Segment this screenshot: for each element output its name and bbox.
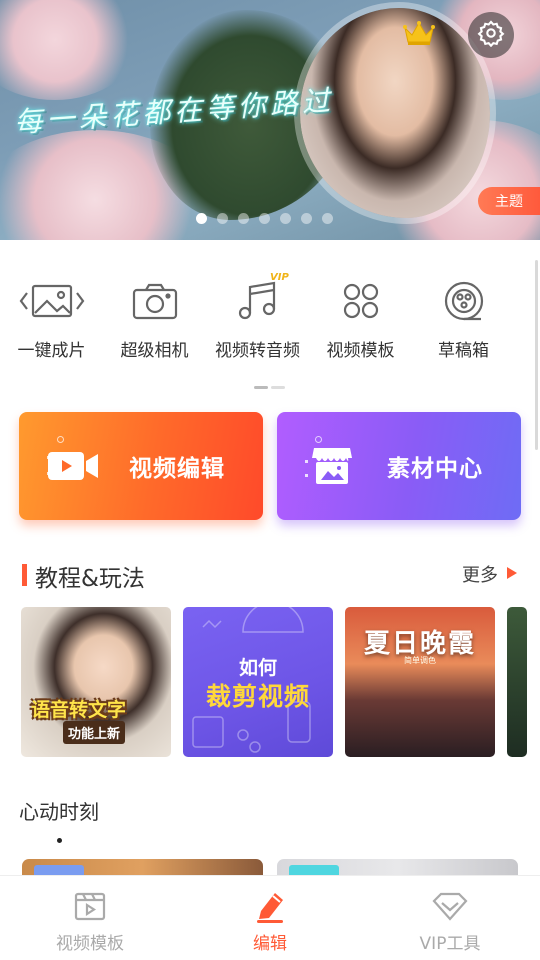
tool-super-camera[interactable]: 超级相机 — [103, 270, 206, 370]
triangle-right-icon — [506, 564, 518, 585]
vip-badge: VIP — [270, 272, 289, 283]
carousel-dot[interactable] — [217, 213, 228, 224]
nav-label: VIP工具 — [419, 934, 481, 954]
banner-carousel[interactable]: 每一朵花都在等你路过 主题 — [0, 0, 540, 240]
theme-tag[interactable]: 主题 — [478, 187, 540, 215]
settings-button[interactable] — [468, 12, 514, 58]
sparkle-decoration — [305, 460, 308, 463]
tool-label: 超级相机 — [120, 341, 189, 361]
tool-one-click-video[interactable]: 一键成片 — [0, 270, 103, 370]
carousel-dot[interactable] — [238, 213, 249, 224]
moments-title: 心动时刻 — [19, 800, 99, 824]
pencil-icon — [253, 888, 287, 924]
tool-video-template[interactable]: 视频模板 — [309, 270, 412, 370]
film-template-icon — [73, 888, 107, 924]
tool-draft-box[interactable]: 草稿箱 — [412, 270, 515, 370]
nav-edit[interactable]: 编辑 — [180, 876, 360, 960]
tool-label: 视频模板 — [326, 341, 395, 361]
sparkle-decoration — [47, 472, 50, 475]
tutorial-card[interactable]: 夏日晚霞 简单调色 — [345, 607, 495, 757]
nav-label: 编辑 — [253, 934, 287, 954]
tutorial-card[interactable]: 语音转文字 功能上新 — [21, 607, 171, 757]
more-link[interactable]: 更多 — [462, 561, 518, 587]
sparkle-decoration — [47, 456, 50, 459]
video-edit-card[interactable]: 视频编辑 — [19, 412, 263, 520]
video-edit-label: 视频编辑 — [129, 456, 225, 482]
sparkle-decoration — [315, 436, 322, 443]
carousel-dot[interactable] — [322, 213, 333, 224]
nav-vip-tools[interactable]: VIP工具 — [360, 876, 540, 960]
section-title: 教程&玩法 — [35, 566, 145, 592]
tutorial-title: 语音转文字 — [31, 699, 127, 721]
gear-icon — [477, 19, 505, 51]
moments-indicator-dot — [57, 838, 62, 843]
tool-label: 视频转音频 — [215, 341, 300, 361]
tutorial-section-header: 教程&玩法 更多 — [0, 556, 540, 596]
carousel-indicator — [196, 213, 333, 224]
tool-row: 一键成片 超级相机 VIP 视频转音频 视频模板 草稿箱 — [0, 270, 540, 370]
carousel-dot[interactable] — [259, 213, 270, 224]
scrollbar[interactable] — [535, 260, 538, 450]
page-indicator-bar — [271, 386, 285, 389]
tutorial-subtitle: 功能上新 — [63, 721, 126, 744]
store-icon — [277, 412, 387, 520]
tool-video-to-audio[interactable]: VIP 视频转音频 — [206, 270, 309, 370]
crown-icon[interactable] — [400, 14, 438, 52]
nav-video-template[interactable]: 视频模板 — [0, 876, 180, 960]
page-indicator-bar — [254, 386, 268, 389]
carousel-dot[interactable] — [301, 213, 312, 224]
image-icon — [19, 270, 85, 332]
nav-label: 视频模板 — [56, 934, 124, 954]
sparkle-decoration — [57, 436, 64, 443]
camera-icon — [131, 270, 179, 332]
tutorial-title: 如何 — [238, 657, 277, 679]
blossom-decoration — [0, 0, 140, 100]
tutorial-subtitle: 简单调色 — [404, 656, 436, 665]
grid-template-icon — [341, 270, 381, 332]
tutorial-card[interactable]: 如何 裁剪视频 — [183, 607, 333, 757]
bottom-navigation: 视频模板 编辑 VIP工具 — [0, 875, 540, 960]
tutorial-list: 语音转文字 功能上新 如何 裁剪视频 夏日晚霞 简单调色 — [21, 607, 540, 757]
tools-page-indicator — [254, 386, 285, 389]
draft-box-icon — [443, 270, 485, 332]
material-center-card[interactable]: 素材中心 — [277, 412, 521, 520]
tutorial-card[interactable] — [507, 607, 527, 757]
carousel-dot[interactable] — [196, 213, 207, 224]
material-center-label: 素材中心 — [387, 456, 483, 482]
carousel-dot[interactable] — [280, 213, 291, 224]
tool-label: 一键成片 — [17, 341, 86, 361]
tool-label: 草稿箱 — [438, 341, 489, 361]
section-accent-bar — [22, 564, 27, 586]
tutorial-subtitle: 裁剪视频 — [205, 682, 310, 711]
sparkle-decoration — [305, 474, 308, 477]
more-label: 更多 — [462, 565, 498, 586]
diamond-icon — [432, 888, 468, 924]
video-camera-icon — [19, 412, 129, 520]
